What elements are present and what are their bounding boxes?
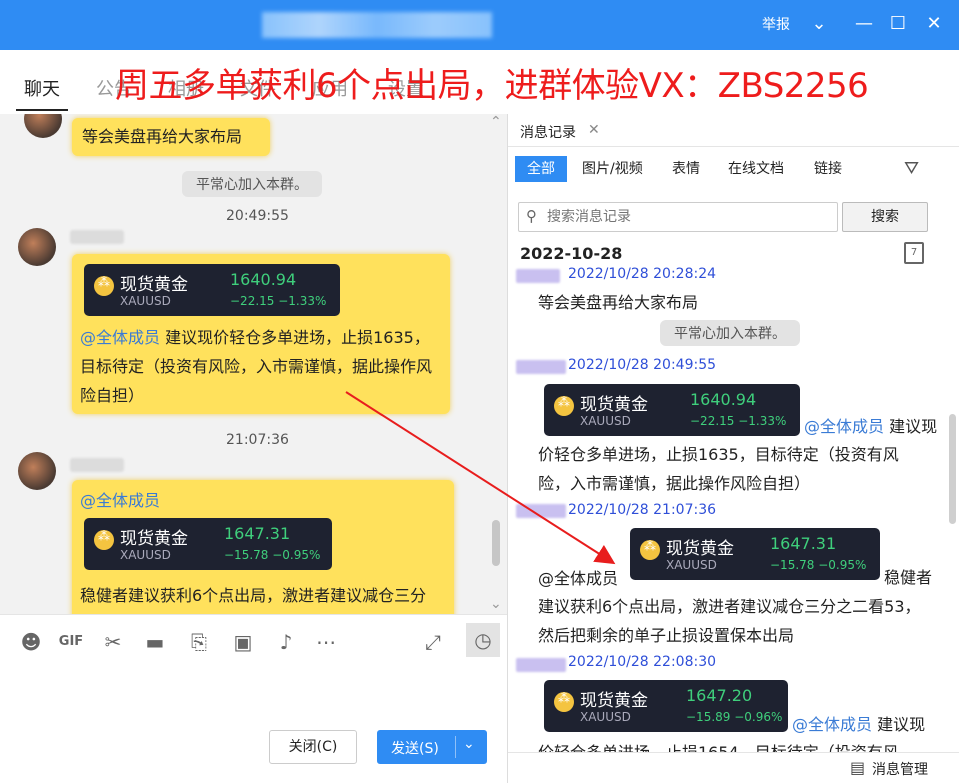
annotation-arrow [345,391,616,565]
